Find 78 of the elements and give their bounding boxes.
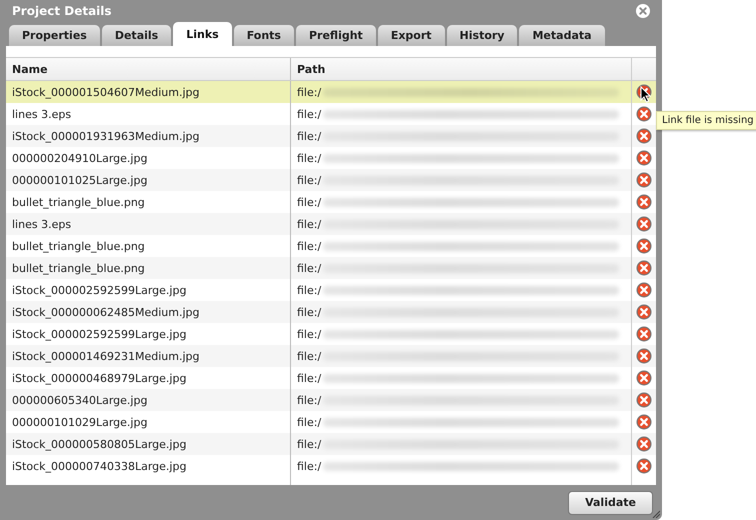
file-name: bullet_triangle_blue.png	[12, 262, 145, 274]
window-title: Project Details	[12, 4, 112, 18]
file-path: file:/	[297, 130, 322, 142]
tab[interactable]: Properties	[9, 25, 100, 46]
file-name: iStock_000001469231Medium.jpg	[12, 350, 200, 362]
file-name: iStock_000002592599Large.jpg	[12, 284, 186, 296]
file-name: iStock_000000580805Large.jpg	[12, 438, 186, 450]
error-icon	[636, 216, 652, 232]
error-icon	[636, 194, 652, 210]
file-path: file:/	[297, 416, 322, 428]
table-row[interactable]: 000000605340Large.jpg file:/	[6, 389, 656, 411]
file-name: bullet_triangle_blue.png	[12, 240, 145, 252]
error-icon	[636, 414, 652, 430]
tab[interactable]: Fonts	[234, 25, 294, 46]
file-path: file:/	[297, 372, 322, 384]
file-name: iStock_000000468979Large.jpg	[12, 372, 186, 384]
file-name: 000000204910Large.jpg	[12, 152, 148, 164]
file-path: file:/	[297, 284, 322, 296]
file-name: 000000605340Large.jpg	[12, 394, 148, 406]
file-path: file:/	[297, 152, 322, 164]
error-icon	[636, 326, 652, 342]
file-path: file:/	[297, 174, 322, 186]
file-name: iStock_000002592599Large.jpg	[12, 328, 186, 340]
error-icon	[636, 260, 652, 276]
file-name: lines 3.eps	[12, 218, 72, 230]
error-icon	[636, 392, 652, 408]
file-path: file:/	[297, 350, 322, 362]
file-name: 000000101029Large.jpg	[12, 416, 148, 428]
error-icon	[636, 150, 652, 166]
error-icon	[636, 172, 652, 188]
file-name: iStock_000000062485Medium.jpg	[12, 306, 200, 318]
table-row[interactable]: iStock_000001469231Medium.jpg file:/	[6, 345, 656, 367]
tab[interactable]: History	[446, 25, 518, 46]
file-path: file:/	[297, 86, 322, 98]
file-path: file:/	[297, 438, 322, 450]
table-row[interactable]: iStock_000000580805Large.jpg file:/	[6, 433, 656, 455]
file-path: file:/	[297, 306, 322, 318]
column-header[interactable]: Path	[297, 62, 326, 76]
error-icon	[636, 282, 652, 298]
file-name: 000000101025Large.jpg	[12, 174, 148, 186]
file-path: file:/	[297, 460, 322, 472]
tooltip: Link file is missing	[656, 111, 756, 130]
table-row[interactable]: iStock_000000062485Medium.jpg file:/	[6, 301, 656, 323]
file-name: iStock_000001504607Medium.jpg	[12, 86, 200, 98]
resize-grip-icon[interactable]	[652, 510, 660, 518]
table-row[interactable]: bullet_triangle_blue.png file:/	[6, 257, 656, 279]
tab[interactable]: Export	[378, 25, 445, 46]
file-name: iStock_000001931963Medium.jpg	[12, 130, 200, 142]
column-header[interactable]: Name	[12, 62, 48, 76]
table-row[interactable]: iStock_000001931963Medium.jpg file:/	[6, 125, 656, 147]
error-icon	[636, 238, 652, 254]
error-icon	[636, 436, 652, 452]
file-path: file:/	[297, 328, 322, 340]
tab[interactable]: Metadata	[519, 25, 605, 46]
tab[interactable]: Preflight	[296, 25, 376, 46]
file-name: bullet_triangle_blue.png	[12, 196, 145, 208]
file-path: file:/	[297, 196, 322, 208]
table-row[interactable]: lines 3.eps file:/	[6, 213, 656, 235]
error-icon	[636, 370, 652, 386]
file-name: iStock_000000740338Large.jpg	[12, 460, 186, 472]
table-row[interactable]: iStock_000001504607Medium.jpg file:/	[6, 81, 656, 103]
error-icon	[636, 128, 652, 144]
tab[interactable]: Links	[173, 22, 232, 46]
error-icon	[636, 304, 652, 320]
error-icon	[636, 458, 652, 474]
file-path: file:/	[297, 262, 322, 274]
error-icon	[636, 348, 652, 364]
close-icon[interactable]	[636, 4, 650, 18]
file-path: file:/	[297, 240, 322, 252]
error-icon	[636, 106, 652, 122]
file-path: file:/	[297, 218, 322, 230]
table-row[interactable]: 000000101025Large.jpg file:/	[6, 169, 656, 191]
cursor-icon	[640, 86, 651, 103]
tab[interactable]: Details	[102, 25, 172, 46]
validate-button[interactable]: Validate	[568, 490, 653, 514]
file-path: file:/	[297, 394, 322, 406]
file-name: lines 3.eps	[12, 108, 72, 120]
file-path: file:/	[297, 108, 322, 120]
